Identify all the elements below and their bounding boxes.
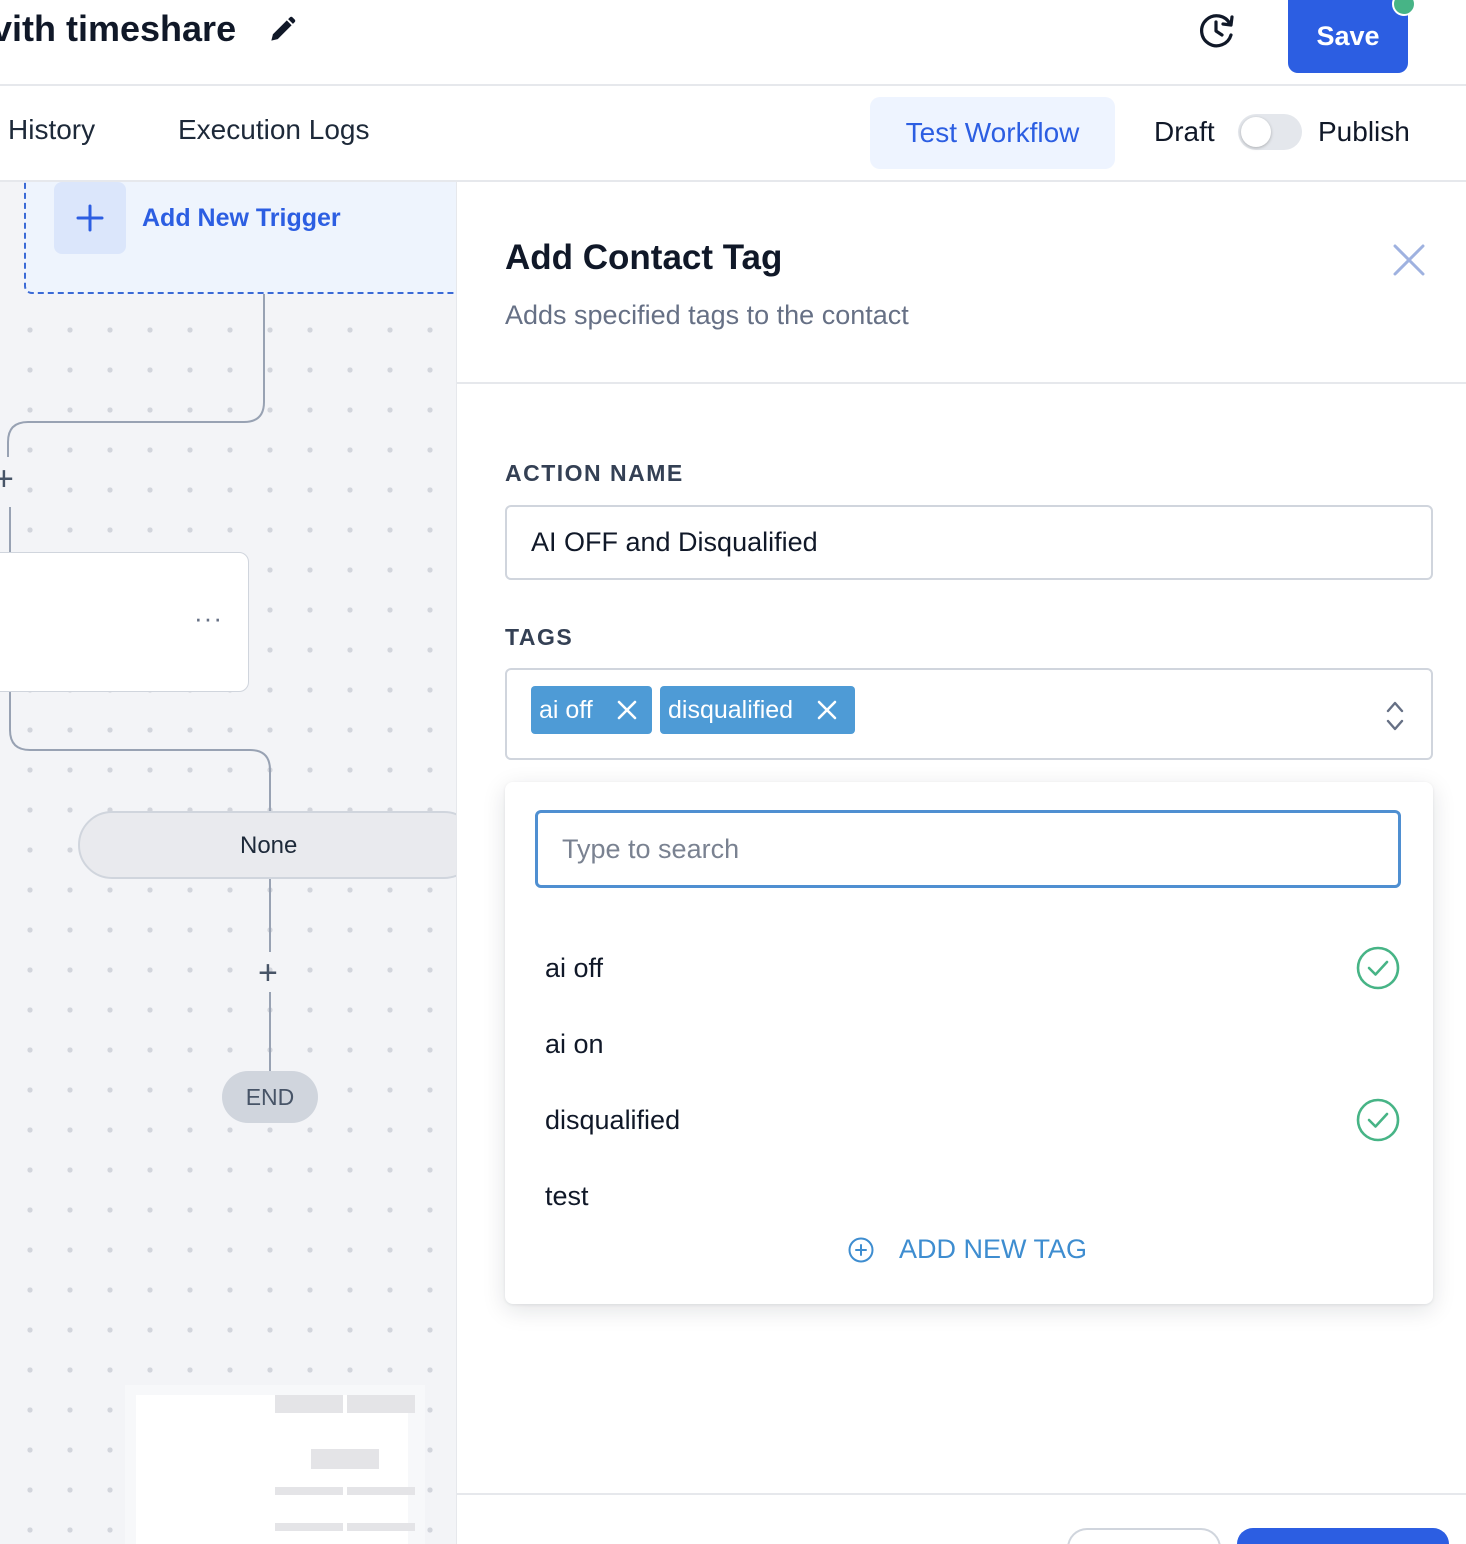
divider (457, 382, 1466, 384)
minimap-block (347, 1523, 415, 1531)
tags-select[interactable]: ai off disqualified (505, 668, 1433, 760)
add-step-plus-icon[interactable]: + (258, 956, 278, 990)
minimap-block (275, 1395, 343, 1413)
tag-chip: disqualified (660, 686, 855, 734)
add-trigger-node[interactable]: Add New Trigger (24, 182, 456, 294)
top-bar: vith timeshare Save (0, 0, 1466, 86)
tag-option-label: disqualified (545, 1104, 681, 1135)
draft-label: Draft (1154, 116, 1215, 147)
minimap-viewport (136, 1395, 408, 1544)
workflow-canvas[interactable]: Add New Trigger + ··· None + END (0, 182, 456, 1544)
more-icon[interactable]: ··· (194, 605, 223, 631)
action-settings-panel: Add Contact Tag Adds specified tags to t… (456, 182, 1466, 1544)
add-trigger-label: Add New Trigger (142, 204, 341, 232)
minimap[interactable] (125, 1385, 425, 1544)
history-icon[interactable] (1196, 10, 1238, 52)
action-name-input[interactable] (505, 505, 1433, 580)
panel-title: Add Contact Tag (505, 238, 783, 277)
test-workflow-button[interactable]: Test Workflow (870, 97, 1115, 169)
remove-tag-icon[interactable] (815, 698, 839, 722)
minimap-block (275, 1487, 343, 1495)
footer-divider (457, 1493, 1466, 1495)
tag-chip-label: ai off (539, 695, 593, 724)
add-new-tag-label: ADD NEW TAG (899, 1234, 1088, 1264)
add-new-tag-button[interactable]: ADD NEW TAG (847, 1234, 1087, 1265)
minimap-block (347, 1487, 415, 1495)
tab-bar: History Execution Logs Test Workflow Dra… (0, 86, 1466, 182)
panel-subtitle: Adds specified tags to the contact (505, 300, 909, 330)
workflow-title: vith timeshare (0, 8, 237, 49)
plus-circle-icon (848, 1237, 874, 1262)
cancel-button[interactable] (1067, 1528, 1221, 1544)
tag-option[interactable]: test (545, 1160, 1401, 1232)
toggle-knob (1241, 117, 1271, 147)
minimap-block (275, 1523, 343, 1531)
tag-option[interactable]: ai off (545, 932, 1401, 1004)
action-name-label: ACTION NAME (505, 460, 684, 486)
plus-icon (54, 182, 126, 254)
publish-label: Publish (1318, 116, 1410, 147)
chevron-updown-icon[interactable] (1383, 698, 1407, 734)
tag-search-input[interactable] (535, 810, 1401, 888)
save-button[interactable]: Save (1288, 0, 1408, 73)
branch-label: None (240, 832, 298, 859)
end-node: END (222, 1071, 318, 1123)
tag-chip-label: disqualified (668, 695, 794, 724)
tag-option-label: ai off (545, 952, 604, 983)
minimap-block (311, 1449, 379, 1469)
save-action-button[interactable] (1237, 1528, 1449, 1544)
remove-tag-icon[interactable] (615, 698, 639, 722)
check-circle-icon (1356, 946, 1400, 990)
add-step-plus-icon[interactable]: + (0, 462, 14, 496)
publish-toggle[interactable] (1238, 114, 1302, 150)
tag-option[interactable]: ai on (545, 1008, 1401, 1080)
tab-history[interactable]: History (8, 114, 95, 146)
check-circle-icon (1356, 1098, 1400, 1142)
minimap-block (347, 1395, 415, 1413)
tag-option[interactable]: disqualified (545, 1084, 1401, 1156)
tag-option-label: test (545, 1180, 589, 1211)
tags-dropdown: ai off ai on disqualified test ADD NEW T… (505, 782, 1433, 1304)
tag-option-label: ai on (545, 1028, 604, 1059)
edit-icon[interactable] (266, 14, 298, 46)
tags-label: TAGS (505, 624, 574, 650)
tab-execution-logs[interactable]: Execution Logs (178, 114, 369, 146)
tag-chip: ai off (531, 686, 652, 734)
close-icon[interactable] (1389, 240, 1429, 280)
